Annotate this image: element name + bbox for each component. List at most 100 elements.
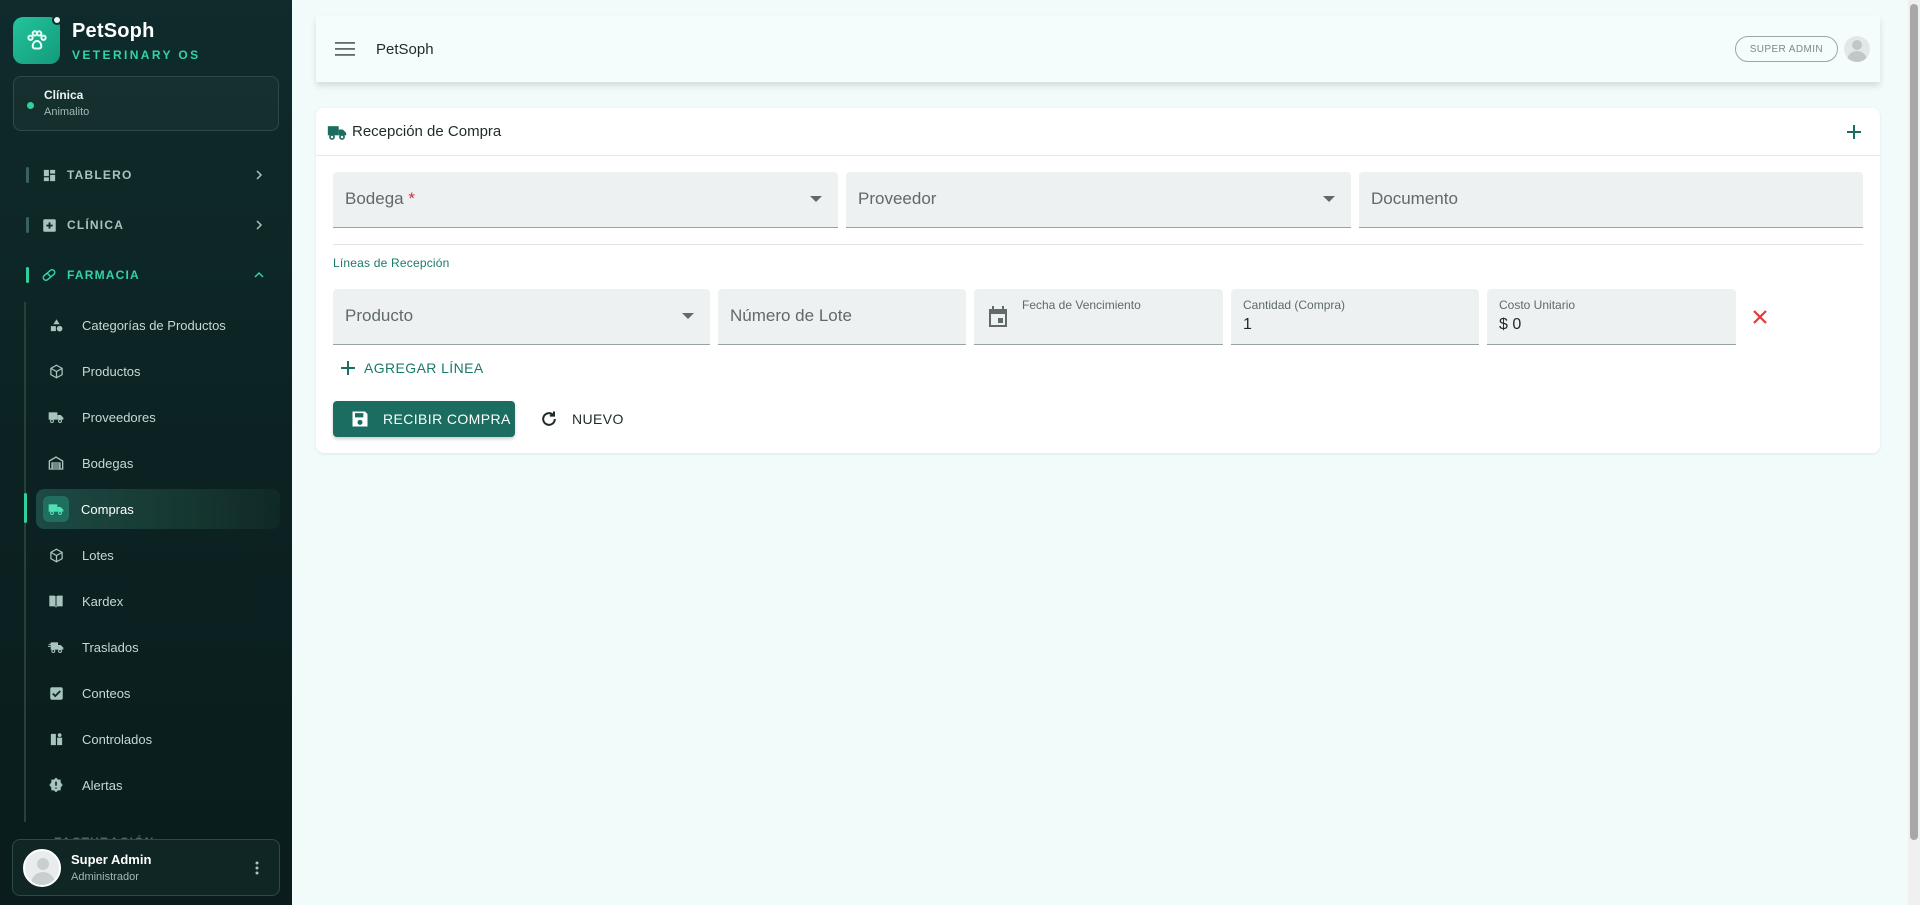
controlled-med-icon	[48, 731, 64, 747]
top-app-bar: PetSoph SUPER ADMIN	[316, 16, 1880, 82]
truck-icon	[43, 496, 69, 522]
chevron-up-icon	[252, 268, 266, 282]
lote-label: Número de Lote	[730, 306, 852, 325]
dropdown-arrow-icon	[810, 196, 822, 202]
new-label: NUEVO	[572, 411, 624, 427]
clinic-name: Animalito	[44, 106, 90, 118]
package-icon	[48, 547, 64, 563]
sidebar-item-label: Alertas	[82, 777, 123, 793]
new-button[interactable]: NUEVO	[538, 401, 624, 437]
vencimiento-date-input[interactable]: Fecha de Vencimiento	[974, 289, 1223, 345]
user-name: Super Admin	[71, 852, 152, 867]
sidebar-item-label: Productos	[82, 363, 141, 379]
costo-input[interactable]: Costo Unitario $ 0	[1487, 289, 1736, 345]
more-vertical-icon[interactable]	[245, 856, 269, 880]
nav-group-clinica[interactable]: CLÍNICA	[26, 210, 266, 240]
divider	[333, 244, 1863, 245]
save-icon	[349, 408, 371, 430]
producto-label: Producto	[345, 306, 414, 325]
active-indicator	[24, 493, 27, 523]
avatar[interactable]	[1844, 36, 1870, 62]
sidebar-item-label: Bodegas	[82, 455, 134, 471]
sidebar-item-controlados[interactable]: Controlados	[36, 719, 280, 759]
documento-label: Documento	[1371, 189, 1458, 208]
documento-input[interactable]: Documento	[1359, 172, 1863, 228]
user-profile[interactable]: Super Admin Administrador	[12, 839, 280, 896]
brand-subtitle: VETERINARY OS	[72, 47, 201, 62]
cantidad-input[interactable]: Cantidad (Compra) 1	[1231, 289, 1479, 345]
brand[interactable]: PetSoph VETERINARY OS	[13, 15, 201, 64]
clinic-selector[interactable]: Clínica Animalito	[13, 76, 279, 131]
sidebar-item-categorias[interactable]: Categorías de Productos	[36, 305, 280, 345]
truck-icon	[48, 409, 64, 425]
clinic-status-dot	[27, 102, 34, 109]
sidebar-item-compras[interactable]: Compras	[36, 489, 280, 529]
proveedor-label: Proveedor	[858, 189, 937, 208]
sidebar-item-label: Kardex	[82, 593, 124, 609]
brand-name: PetSoph	[72, 19, 155, 42]
sidebar-item-conteos[interactable]: Conteos	[36, 673, 280, 713]
sidebar-item-lotes[interactable]: Lotes	[36, 535, 280, 575]
card-title: Recepción de Compra	[352, 123, 502, 140]
plus-icon	[338, 358, 358, 378]
sidebar-item-traslados[interactable]: Traslados	[36, 627, 280, 667]
shapes-icon	[48, 317, 64, 333]
lote-input[interactable]: Número de Lote	[718, 289, 966, 345]
shipping-icon	[48, 639, 64, 655]
required-mark: *	[408, 189, 415, 208]
user-role: Administrador	[71, 871, 139, 883]
truck-icon	[326, 121, 348, 143]
receive-purchase-button[interactable]: RECIBIR COMPRA	[333, 401, 515, 437]
bodega-select[interactable]: Bodega *	[333, 172, 838, 228]
hamburger-menu-icon[interactable]	[334, 38, 356, 60]
checkbox-icon	[48, 685, 64, 701]
sidebar-item-label: Controlados	[82, 731, 153, 747]
cantidad-value: 1	[1243, 316, 1252, 333]
proveedor-select[interactable]: Proveedor	[846, 172, 1351, 228]
paw-logo-icon	[13, 15, 62, 64]
sidebar-item-proveedores[interactable]: Proveedores	[36, 397, 280, 437]
sidebar-item-productos[interactable]: Productos	[36, 351, 280, 391]
book-icon	[48, 593, 64, 609]
costo-value: $ 0	[1499, 316, 1522, 333]
sidebar-item-label: Lotes	[82, 547, 114, 563]
sidebar-item-bodegas[interactable]: Bodegas	[36, 443, 280, 483]
dropdown-arrow-icon	[1323, 196, 1335, 202]
package-icon	[48, 363, 64, 379]
medical-plus-icon	[41, 217, 57, 233]
calendar-icon[interactable]	[988, 306, 1010, 328]
status-dot	[52, 15, 62, 25]
add-line-label: AGREGAR LÍNEA	[364, 360, 484, 376]
add-icon[interactable]	[1842, 120, 1866, 144]
scrollbar[interactable]	[1908, 0, 1920, 905]
sidebar-item-label: Categorías de Productos	[82, 317, 226, 333]
nav-group-tablero[interactable]: TABLERO	[26, 160, 266, 190]
cantidad-label: Cantidad (Compra)	[1243, 298, 1346, 312]
add-line-button[interactable]: AGREGAR LÍNEA	[338, 357, 484, 379]
costo-label: Costo Unitario	[1499, 298, 1576, 312]
nav-group-label: CLÍNICA	[67, 218, 125, 232]
card-header: Recepción de Compra	[316, 108, 1880, 156]
scrollbar-thumb[interactable]	[1910, 4, 1918, 840]
sidebar-item-kardex[interactable]: Kardex	[36, 581, 280, 621]
sidebar-item-label: Compras	[81, 501, 134, 517]
bodega-label: Bodega	[345, 189, 404, 208]
producto-select[interactable]: Producto	[333, 289, 710, 345]
dropdown-arrow-icon	[682, 313, 694, 319]
dashboard-icon	[41, 167, 57, 183]
nav-group-farmacia[interactable]: FARMACIA	[26, 260, 266, 290]
sidebar: PetSoph VETERINARY OS Clínica Animalito …	[0, 0, 292, 905]
sidebar-item-label: Conteos	[82, 685, 131, 701]
avatar	[23, 848, 61, 887]
warehouse-icon	[48, 455, 64, 471]
alert-badge-icon	[48, 777, 64, 793]
sidebar-item-label: Proveedores	[82, 409, 156, 425]
close-icon[interactable]	[1748, 305, 1772, 329]
app-title: PetSoph	[376, 40, 434, 58]
sidebar-item-label: Traslados	[82, 639, 139, 655]
chevron-right-icon	[252, 218, 266, 232]
nav-group-label: FARMACIA	[67, 268, 140, 282]
sidebar-item-alertas[interactable]: Alertas	[36, 765, 280, 805]
vencimiento-label: Fecha de Vencimiento	[1022, 298, 1141, 312]
refresh-icon	[538, 408, 560, 430]
